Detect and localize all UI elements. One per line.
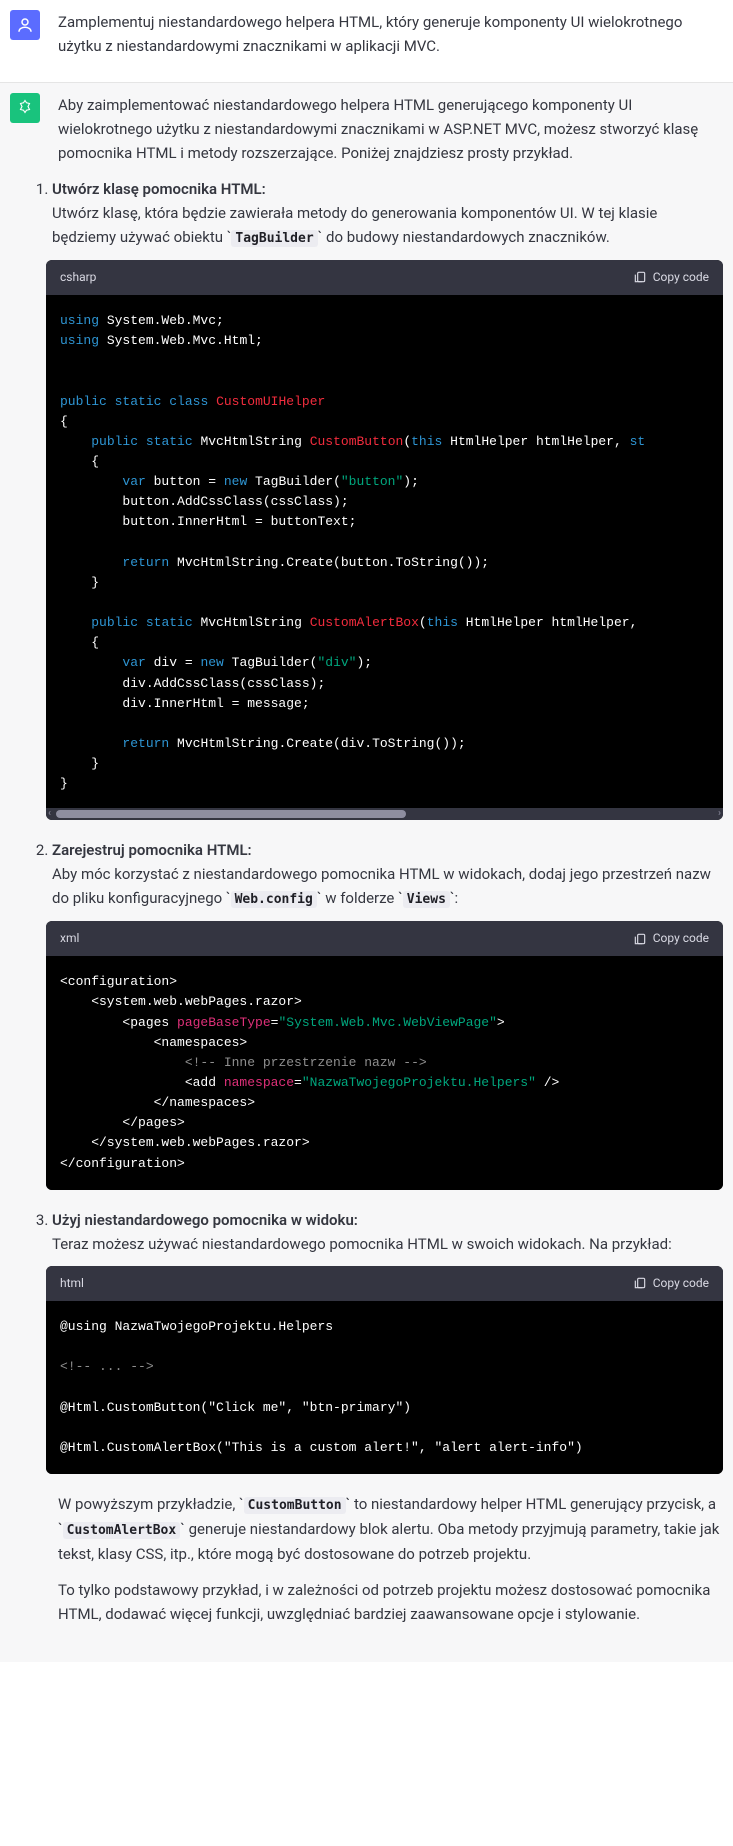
- code-lang-label: html: [60, 1274, 84, 1293]
- code-lang-label: csharp: [60, 268, 96, 287]
- inline-code-tagbuilder: TagBuilder: [231, 230, 317, 247]
- user-message: Zamplementuj niestandardowego helpera HT…: [0, 0, 733, 83]
- step-2-desc: Aby móc korzystać z niestandardowego pom…: [52, 862, 723, 911]
- clipboard-icon: [633, 932, 647, 946]
- inline-code-webconfig: Web.config: [231, 891, 317, 908]
- inline-code-custombutton: CustomButton: [244, 1497, 346, 1514]
- clipboard-icon: [633, 1276, 647, 1290]
- user-avatar-icon: [10, 10, 40, 40]
- clipboard-icon: [633, 270, 647, 284]
- summary-paragraph-1: W powyższym przykładzie, `CustomButton` …: [58, 1492, 723, 1566]
- scroll-left-icon: ‹: [48, 808, 51, 820]
- code-content-1[interactable]: using System.Web.Mvc; using System.Web.M…: [46, 295, 723, 810]
- assistant-avatar-icon: [10, 93, 40, 123]
- code-block-3: html Copy code @using NazwaTwojegoProjek…: [46, 1266, 723, 1474]
- inline-code-customalertbox: CustomAlertBox: [63, 1522, 181, 1539]
- assistant-intro-text: Aby zaimplementować niestandardowego hel…: [58, 93, 723, 165]
- code-content-3[interactable]: @using NazwaTwojegoProjektu.Helpers <!--…: [46, 1301, 723, 1474]
- assistant-message: Aby zaimplementować niestandardowego hel…: [0, 83, 733, 1662]
- code-block-2: xml Copy code <configuration> <system.we…: [46, 921, 723, 1190]
- step-3-desc: Teraz możesz używać niestandardowego pom…: [52, 1232, 723, 1256]
- code-content-2[interactable]: <configuration> <system.web.webPages.raz…: [46, 956, 723, 1189]
- step-3: Użyj niestandardowego pomocnika w widoku…: [52, 1208, 723, 1474]
- step-3-title: Użyj niestandardowego pomocnika w widoku…: [52, 1211, 358, 1229]
- copy-code-button[interactable]: Copy code: [633, 268, 709, 287]
- copy-code-button[interactable]: Copy code: [633, 929, 709, 948]
- step-2-title: Zarejestruj pomocnika HTML:: [52, 841, 252, 859]
- code-lang-label: xml: [60, 929, 79, 948]
- step-1-title: Utwórz klasę pomocnika HTML:: [52, 180, 266, 198]
- step-2: Zarejestruj pomocnika HTML: Aby móc korz…: [52, 838, 723, 1189]
- scrollbar-thumb[interactable]: [56, 810, 406, 818]
- summary-paragraph-2: To tylko podstawowy przykład, i w zależn…: [58, 1578, 723, 1626]
- copy-code-button[interactable]: Copy code: [633, 1274, 709, 1293]
- horizontal-scrollbar[interactable]: ‹ ›: [46, 808, 723, 820]
- user-message-text: Zamplementuj niestandardowego helpera HT…: [58, 10, 723, 58]
- step-1: Utwórz klasę pomocnika HTML: Utwórz klas…: [52, 177, 723, 820]
- code-block-1: csharp Copy code using System.Web.Mvc; u…: [46, 260, 723, 821]
- scroll-right-icon: ›: [718, 808, 721, 820]
- step-1-desc: Utwórz klasę, która będzie zawierała met…: [52, 201, 723, 250]
- inline-code-views: Views: [403, 891, 450, 908]
